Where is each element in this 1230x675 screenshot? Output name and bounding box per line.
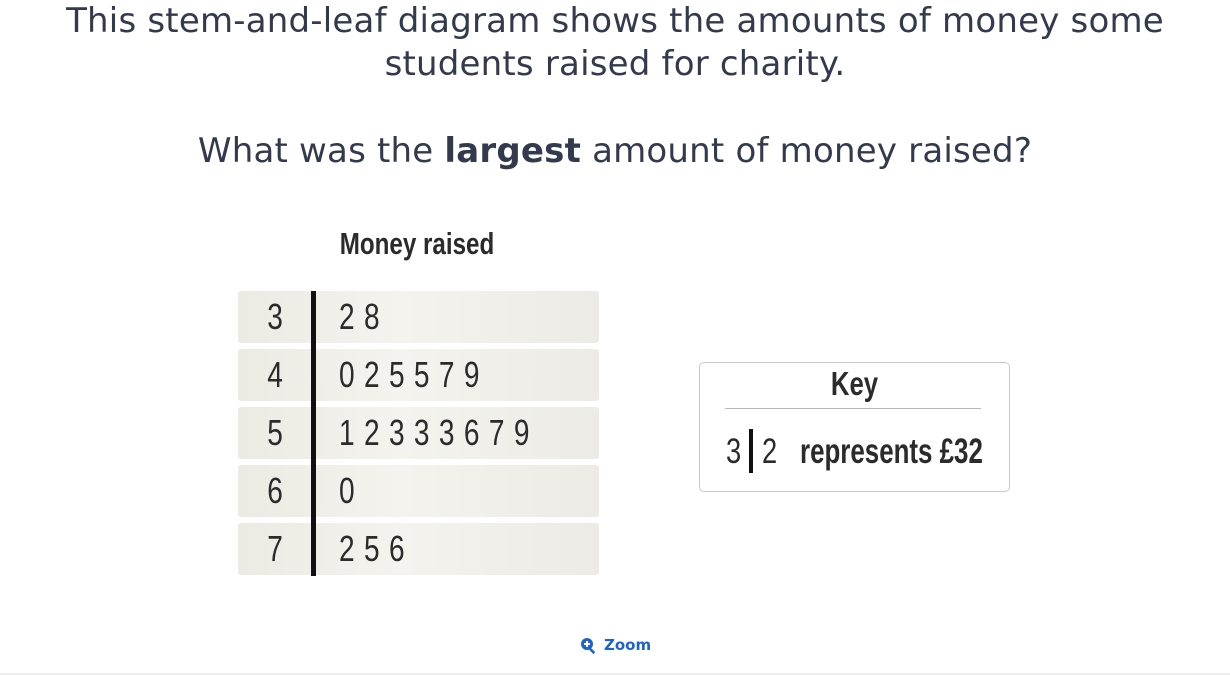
stem-value: 3 — [267, 296, 283, 337]
stem-value: 5 — [267, 412, 283, 453]
stem-value: 7 — [267, 528, 283, 569]
key-bar — [749, 429, 753, 473]
stem-and-leaf-diagram: 3 2 8 4 0 2 5 5 7 9 5 1 2 3 3 3 6 7 9 6 … — [238, 291, 599, 576]
stem-leaf-row: 3 2 8 — [238, 291, 599, 343]
prompt-before: What was the — [197, 131, 445, 171]
question-line-2: students raised for charity. — [384, 44, 846, 84]
key-divider — [725, 408, 981, 409]
leaf-values: 2 5 6 — [339, 528, 406, 569]
stem-value: 4 — [267, 354, 283, 395]
diagram-title: Money raised — [339, 226, 495, 261]
zoom-in-icon — [580, 637, 597, 654]
question-prompt: What was the largest amount of money rai… — [40, 130, 1190, 173]
zoom-label: Zoom — [604, 636, 652, 654]
stem-value: 6 — [267, 470, 283, 511]
key-title: Key — [830, 365, 879, 402]
question-line-1: This stem-and-leaf diagram shows the amo… — [66, 1, 1164, 41]
question-text: This stem-and-leaf diagram shows the amo… — [40, 0, 1190, 86]
leaf-values: 0 — [339, 470, 356, 511]
leaf-values: 1 2 3 3 3 6 7 9 — [339, 412, 531, 453]
zoom-button[interactable]: Zoom — [580, 634, 651, 656]
stem-leaf-row: 4 0 2 5 5 7 9 — [238, 349, 599, 401]
key-stem: 3 — [726, 432, 742, 471]
key-description: represents £32 — [800, 432, 983, 471]
prompt-bold: largest — [444, 131, 582, 171]
stem-leaf-row: 5 1 2 3 3 3 6 7 9 — [238, 407, 599, 459]
leaf-values: 2 8 — [339, 296, 381, 337]
prompt-after: amount of money raised? — [581, 131, 1033, 171]
stem-leaf-divider — [311, 291, 316, 576]
key-box: Key 3 2 represents £32 — [699, 362, 1010, 492]
stem-leaf-row: 6 0 — [238, 465, 599, 517]
leaf-values: 0 2 5 5 7 9 — [339, 354, 481, 395]
key-leaf: 2 — [762, 432, 778, 471]
stem-leaf-row: 7 2 5 6 — [238, 523, 599, 575]
